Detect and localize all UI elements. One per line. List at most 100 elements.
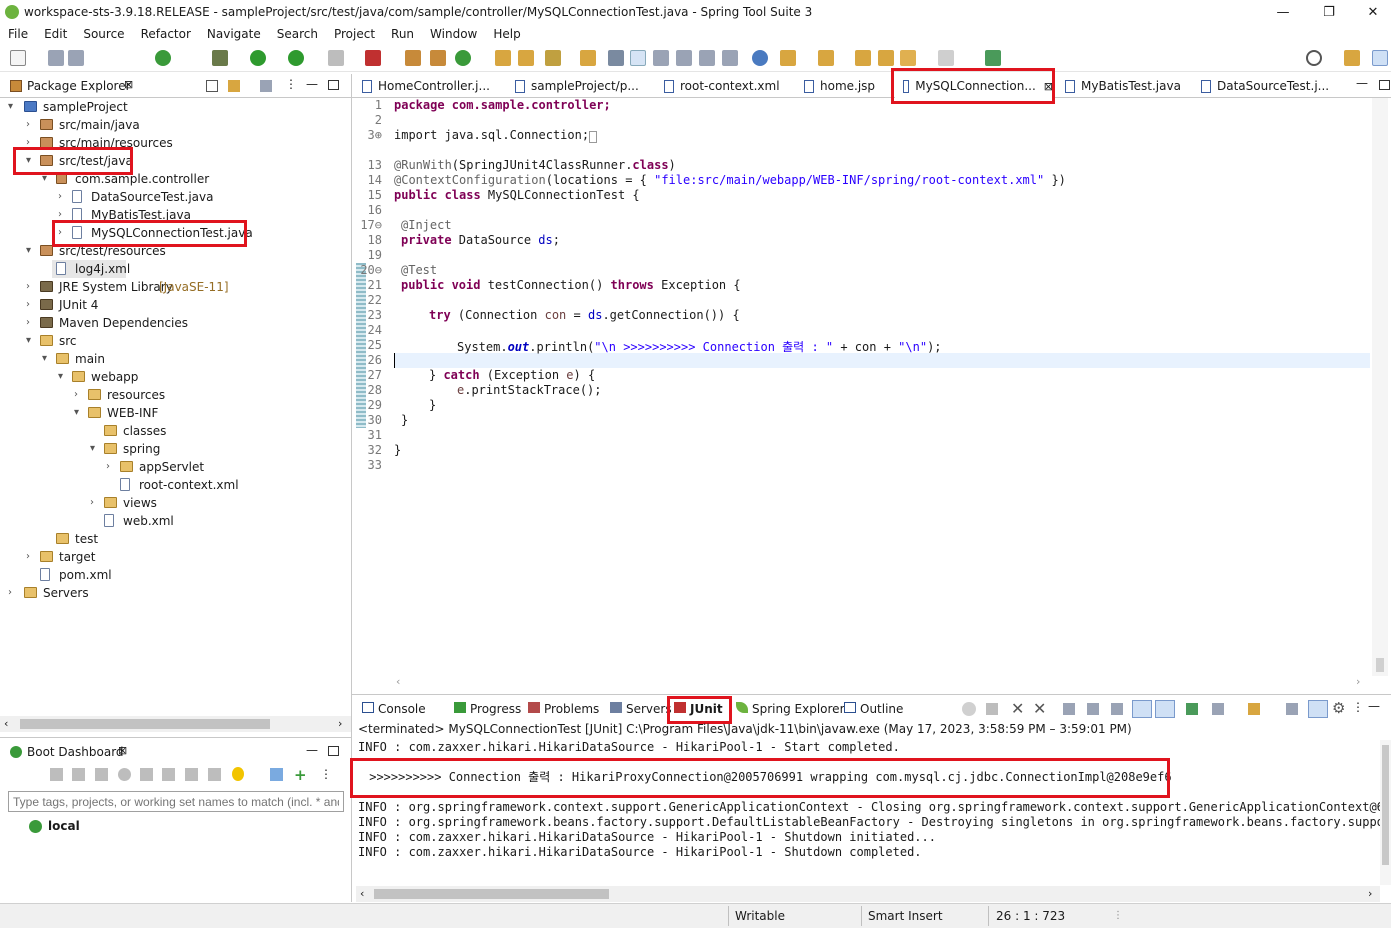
editor-tab-pom[interactable]: sampleProject/p... (515, 74, 639, 98)
edit-icon[interactable] (185, 768, 198, 781)
package-explorer-tab[interactable]: Package Explorer (27, 79, 131, 93)
maximize-editor-icon[interactable] (1379, 80, 1390, 90)
stop-icon[interactable] (95, 768, 108, 781)
minimize-view-icon[interactable]: — (306, 77, 318, 91)
filter-icon[interactable] (260, 80, 272, 92)
open-browser-icon[interactable] (118, 768, 131, 781)
back-icon[interactable] (878, 50, 894, 66)
tree-item-log4j[interactable]: log4j.xml (52, 260, 130, 278)
editor-tab-datasourcetest[interactable]: DataSourceTest.j... (1201, 74, 1329, 98)
scroll-left-icon[interactable]: ‹ (360, 887, 364, 900)
collapse-icon[interactable]: › (90, 494, 100, 512)
paragraph-icon[interactable] (699, 50, 715, 66)
console-vscrollbar[interactable] (1380, 740, 1391, 885)
folded-import-icon[interactable] (589, 131, 597, 143)
remove-icon[interactable]: ✕ (1011, 699, 1024, 718)
collapse-icon[interactable]: › (26, 296, 36, 314)
boot-run-icon[interactable] (155, 50, 171, 66)
minimize-view-icon[interactable]: — (306, 743, 318, 757)
menu-source[interactable]: Source (75, 27, 132, 41)
search-icon[interactable] (1306, 50, 1322, 66)
menu-navigate[interactable]: Navigate (199, 27, 269, 41)
scroll-thumb[interactable] (374, 889, 609, 899)
external-tools-icon[interactable] (365, 50, 381, 66)
globe-icon[interactable] (752, 50, 768, 66)
expand-icon[interactable]: ▾ (74, 404, 84, 422)
tab-problems[interactable]: Problems (528, 702, 599, 716)
tab-outline[interactable]: Outline (844, 702, 903, 716)
expand-icon[interactable]: ▾ (26, 332, 36, 350)
scroll-right-icon[interactable]: › (338, 717, 342, 730)
new-class-icon[interactable] (455, 50, 471, 66)
link-icon[interactable] (722, 50, 738, 66)
view-menu-icon[interactable]: ⋮ (320, 767, 332, 781)
collapse-icon[interactable]: › (8, 584, 18, 602)
run-config-icon[interactable] (288, 50, 304, 66)
prev-annotation-icon[interactable] (818, 50, 834, 66)
minimize-button[interactable]: — (1260, 0, 1306, 24)
remove-launch-icon[interactable] (962, 702, 976, 716)
expand-icon[interactable]: ▾ (8, 98, 18, 116)
minimize-view-icon[interactable]: — (1368, 699, 1380, 713)
editor-tab-home-jsp[interactable]: home.jsp (804, 74, 875, 98)
collapse-all-icon[interactable] (206, 80, 218, 92)
show-whitespace-icon[interactable] (676, 50, 692, 66)
lightbulb-icon[interactable] (232, 767, 244, 781)
open-type-icon[interactable] (495, 50, 511, 66)
scroll-thumb[interactable] (1376, 658, 1384, 672)
line-number[interactable]: 17⊖ (356, 218, 382, 232)
pin-console-icon[interactable] (1186, 703, 1198, 715)
maximize-view-icon[interactable] (328, 746, 339, 756)
next-annotation-icon[interactable] (780, 50, 796, 66)
open-folder-icon[interactable] (518, 50, 534, 66)
minimize-editor-icon[interactable]: — (1356, 76, 1368, 90)
clear-console-icon[interactable] (1063, 703, 1075, 715)
expand-icon[interactable]: ▾ (26, 242, 36, 260)
menu-run[interactable]: Run (383, 27, 422, 41)
expand-icon[interactable]: ▾ (58, 368, 68, 386)
block-select-icon[interactable] (653, 50, 669, 66)
editor-tab-root-context[interactable]: root-context.xml (664, 74, 780, 98)
forward-icon[interactable] (900, 50, 916, 66)
word-wrap-icon[interactable] (1111, 703, 1123, 715)
regex-icon[interactable] (1308, 700, 1328, 718)
close-view-icon[interactable]: ⊠ (118, 744, 127, 757)
scroll-thumb[interactable] (1382, 745, 1389, 865)
collapse-icon[interactable]: › (106, 458, 116, 476)
debug-icon[interactable] (72, 768, 85, 781)
tab-spring-explorer[interactable]: Spring Explorer (736, 702, 845, 716)
scroll-right-icon[interactable]: › (1368, 887, 1372, 900)
scroll-left-icon[interactable]: ‹ (4, 717, 8, 730)
maximize-button[interactable]: ❐ (1306, 0, 1352, 24)
editor-tab-mybatistest[interactable]: MyBatisTest.java (1065, 74, 1181, 98)
close-view-icon[interactable]: ⊠ (124, 78, 133, 91)
open-perspective-icon[interactable] (1344, 50, 1360, 66)
menu-refactor[interactable]: Refactor (133, 27, 199, 41)
boot-dashboard-tab[interactable]: Boot Dashboard (27, 745, 124, 759)
scroll-thumb[interactable] (20, 719, 270, 729)
menu-file[interactable]: File (0, 27, 36, 41)
pin-editor-icon[interactable] (985, 50, 1001, 66)
console-icon[interactable] (140, 768, 153, 781)
expand-icon[interactable]: ▾ (90, 440, 100, 458)
terminate-icon[interactable] (986, 703, 998, 715)
new-java-project-icon[interactable] (405, 50, 421, 66)
menu-edit[interactable]: Edit (36, 27, 75, 41)
save-icon[interactable] (48, 50, 64, 66)
tab-progress[interactable]: Progress (454, 702, 521, 716)
maximize-view-icon[interactable] (328, 80, 339, 90)
collapse-icon[interactable]: › (74, 386, 84, 404)
collapse-icon[interactable]: › (26, 548, 36, 566)
explorer-hscrollbar[interactable]: ‹ › (0, 716, 351, 732)
new-icon[interactable] (10, 50, 26, 66)
collapse-icon[interactable]: › (58, 188, 68, 206)
show-stderr-icon[interactable] (1155, 700, 1175, 718)
boot-dashboard-filter-input[interactable] (8, 791, 344, 812)
open-console-icon[interactable] (1248, 703, 1260, 715)
forward-disabled-icon[interactable] (938, 50, 954, 66)
editor-tab-homecontroller[interactable]: HomeController.j... (362, 74, 490, 98)
collapse-icon[interactable]: › (26, 278, 36, 296)
menu-help[interactable]: Help (485, 27, 528, 41)
collapse-icon[interactable]: › (26, 314, 36, 332)
line-number[interactable]: 20⊖ (356, 263, 382, 277)
